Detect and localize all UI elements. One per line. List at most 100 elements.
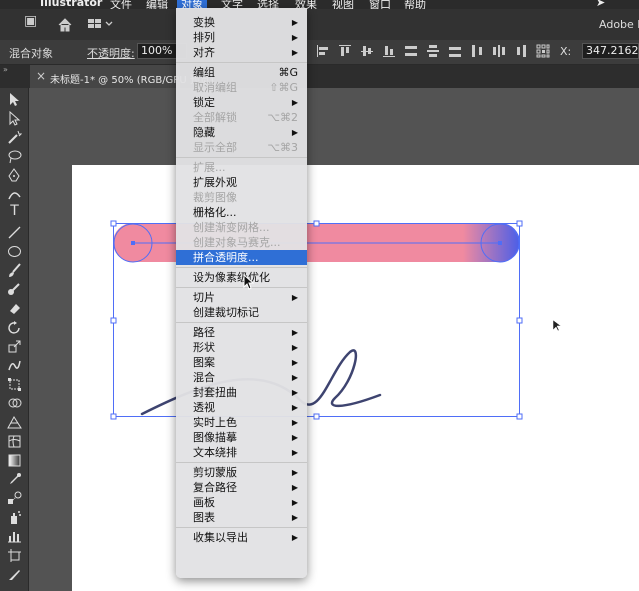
submenu-arrow-icon: ▶ [291, 388, 298, 397]
submenu-arrow-icon: ▶ [291, 358, 298, 367]
menu-item[interactable]: 拼合透明度... [176, 250, 307, 265]
menu-item-label: 锁定 [193, 96, 215, 109]
menu-item-label: 文本绕排 [193, 446, 237, 459]
menu-item: 裁剪图像 [176, 190, 307, 205]
menu-item: 取消编组 ⇧⌘G [176, 80, 307, 95]
menu-separator [176, 462, 307, 463]
menu-item-label: 剪切蒙版 [193, 466, 237, 479]
menu-separator [176, 62, 307, 63]
menu-item-label: 形状 [193, 341, 215, 354]
menu-item-label: 图案 [193, 356, 215, 369]
submenu-arrow-icon: ▶ [291, 18, 298, 27]
blend-start-anchor[interactable] [131, 241, 135, 245]
menu-item[interactable]: 设为像素级优化 [176, 270, 307, 285]
blend-end-anchor[interactable] [498, 241, 502, 245]
submenu-arrow-icon: ▶ [291, 373, 298, 382]
menu-item-label: 扩展... [193, 161, 226, 174]
menu-item: 创建对象马赛克... [176, 235, 307, 250]
menu-item[interactable]: 混合 ▶ [176, 370, 307, 385]
menu-item-label: 复合路径 [193, 481, 237, 494]
menu-item-label: 拼合透明度... [193, 251, 259, 264]
menu-item-shortcut: ⌘G [278, 66, 298, 79]
handle-top-right[interactable] [516, 220, 523, 227]
menu-item-label: 封套扭曲 [193, 386, 237, 399]
menu-item[interactable]: 创建裁切标记 [176, 305, 307, 320]
menu-item-label: 透视 [193, 401, 215, 414]
menu-item[interactable]: 图案 ▶ [176, 355, 307, 370]
menu-item-label: 取消编组 [193, 81, 237, 94]
menu-item-label: 创建对象马赛克... [193, 236, 281, 249]
submenu-arrow-icon: ▶ [291, 128, 298, 137]
menu-item: 扩展... [176, 160, 307, 175]
menu-item: 全部解锁 ⌥⌘2 [176, 110, 307, 125]
submenu-arrow-icon: ▶ [291, 343, 298, 352]
menu-item-label: 设为像素级优化 [193, 271, 270, 284]
handle-middle-right[interactable] [516, 317, 523, 324]
handle-bottom-right[interactable] [516, 413, 523, 420]
menu-item[interactable]: 形状 ▶ [176, 340, 307, 355]
submenu-arrow-icon: ▶ [291, 468, 298, 477]
submenu-arrow-icon: ▶ [291, 483, 298, 492]
menu-item[interactable]: 透视 ▶ [176, 400, 307, 415]
menu-item-label: 图像描摹 [193, 431, 237, 444]
menu-item[interactable]: 路径 ▶ [176, 325, 307, 340]
menu-item[interactable]: 扩展外观 [176, 175, 307, 190]
handle-top-center[interactable] [313, 220, 320, 227]
menu-item[interactable]: 收集以导出 ▶ [176, 530, 307, 545]
submenu-arrow-icon: ▶ [291, 98, 298, 107]
menu-item[interactable]: 对齐 ▶ [176, 45, 307, 60]
menu-item-label: 排列 [193, 31, 215, 44]
menu-item[interactable]: 栅格化... [176, 205, 307, 220]
submenu-arrow-icon: ▶ [291, 33, 298, 42]
menu-separator [176, 527, 307, 528]
submenu-arrow-icon: ▶ [291, 293, 298, 302]
menu-item-label: 裁剪图像 [193, 191, 237, 204]
menu-item-label: 混合 [193, 371, 215, 384]
menu-item: 创建渐变网格... [176, 220, 307, 235]
menu-item[interactable]: 排列 ▶ [176, 30, 307, 45]
menu-separator [176, 287, 307, 288]
submenu-arrow-icon: ▶ [291, 433, 298, 442]
menu-item-label: 全部解锁 [193, 111, 237, 124]
menu-separator [176, 157, 307, 158]
submenu-arrow-icon: ▶ [291, 403, 298, 412]
handle-middle-left[interactable] [110, 317, 117, 324]
menu-item[interactable]: 实时上色 ▶ [176, 415, 307, 430]
handle-bottom-left[interactable] [110, 413, 117, 420]
menu-item-shortcut: ⌥⌘2 [267, 111, 298, 124]
menu-item[interactable]: 隐藏 ▶ [176, 125, 307, 140]
menu-separator [176, 267, 307, 268]
menu-item[interactable]: 封套扭曲 ▶ [176, 385, 307, 400]
menu-item[interactable]: 切片 ▶ [176, 290, 307, 305]
menu-item[interactable]: 图表 ▶ [176, 510, 307, 525]
menu-item-label: 实时上色 [193, 416, 237, 429]
menu-item-label: 变换 [193, 16, 215, 29]
submenu-arrow-icon: ▶ [291, 448, 298, 457]
menu-item[interactable]: 变换 ▶ [176, 15, 307, 30]
menu-item-label: 显示全部 [193, 141, 237, 154]
menu-item-label: 切片 [193, 291, 215, 304]
menu-item-label: 画板 [193, 496, 215, 509]
menu-item[interactable]: 文本绕排 ▶ [176, 445, 307, 460]
menu-item[interactable]: 剪切蒙版 ▶ [176, 465, 307, 480]
menu-item-label: 栅格化... [193, 206, 237, 219]
menu-separator [176, 322, 307, 323]
menu-item-label: 图表 [193, 511, 215, 524]
menu-item[interactable]: 画板 ▶ [176, 495, 307, 510]
menu-item-label: 对齐 [193, 46, 215, 59]
menu-item: 显示全部 ⌥⌘3 [176, 140, 307, 155]
menu-item-label: 收集以导出 [193, 531, 248, 544]
menu-item-label: 路径 [193, 326, 215, 339]
menu-item[interactable]: 编组 ⌘G [176, 65, 307, 80]
menu-item[interactable]: 图像描摹 ▶ [176, 430, 307, 445]
menu-item[interactable]: 复合路径 ▶ [176, 480, 307, 495]
submenu-arrow-icon: ▶ [291, 418, 298, 427]
menu-item-label: 隐藏 [193, 126, 215, 139]
menu-item-shortcut: ⇧⌘G [269, 81, 298, 94]
submenu-arrow-icon: ▶ [291, 533, 298, 542]
handle-bottom-center[interactable] [313, 413, 320, 420]
artwork-layer [110, 220, 562, 420]
submenu-arrow-icon: ▶ [291, 48, 298, 57]
handle-top-left[interactable] [110, 220, 117, 227]
menu-item[interactable]: 锁定 ▶ [176, 95, 307, 110]
